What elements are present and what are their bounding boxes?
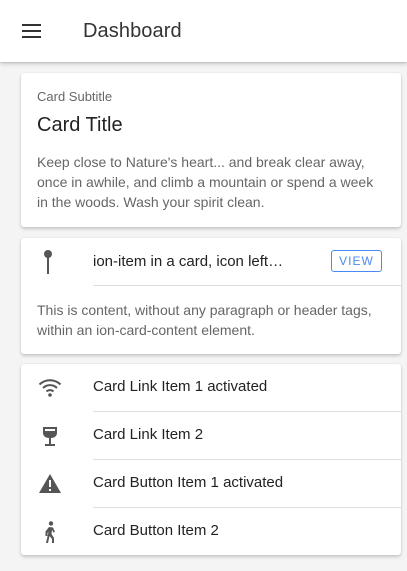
view-button[interactable]: VIEW (331, 250, 382, 272)
card-link-item-1[interactable]: Card Link Item 1 activated (21, 364, 401, 412)
list-item-label: Card Button Item 1 activated (93, 474, 284, 491)
list-item-label: Card Link Item 1 activated (93, 378, 268, 395)
list-item-label: Card Link Item 2 (93, 426, 204, 443)
card-item: ion-item in a card, icon left… VIEW (21, 238, 401, 286)
menu-button[interactable] (22, 18, 56, 44)
divider (93, 285, 401, 286)
card-with-item: ion-item in a card, icon left… VIEW This… (21, 238, 401, 354)
card-list: Card Link Item 1 activated Card Link Ite… (21, 364, 401, 555)
list-item-label: Card Button Item 2 (93, 522, 219, 539)
toolbar: Dashboard (0, 0, 407, 62)
card-subtitle: Card Subtitle (37, 89, 113, 104)
wine-icon (43, 427, 57, 446)
card-basic: Card Subtitle Card Title Keep close to N… (21, 73, 401, 227)
card-item-label: ion-item in a card, icon left… (93, 253, 284, 270)
card-button-item-1[interactable]: Card Button Item 1 activated (21, 460, 401, 508)
pin-icon (44, 250, 52, 274)
card-content: Keep close to Nature's heart... and brea… (37, 154, 374, 210)
wifi-icon (38, 379, 62, 397)
card-link-item-2[interactable]: Card Link Item 2 (21, 412, 401, 460)
walk-icon (45, 521, 55, 543)
card-title: Card Title (37, 114, 123, 136)
warning-icon (39, 474, 61, 493)
card-content: This is content, without any paragraph o… (37, 302, 372, 338)
page-title: Dashboard (83, 20, 182, 42)
card-button-item-2[interactable]: Card Button Item 2 (21, 508, 401, 555)
menu-icon (22, 24, 41, 38)
